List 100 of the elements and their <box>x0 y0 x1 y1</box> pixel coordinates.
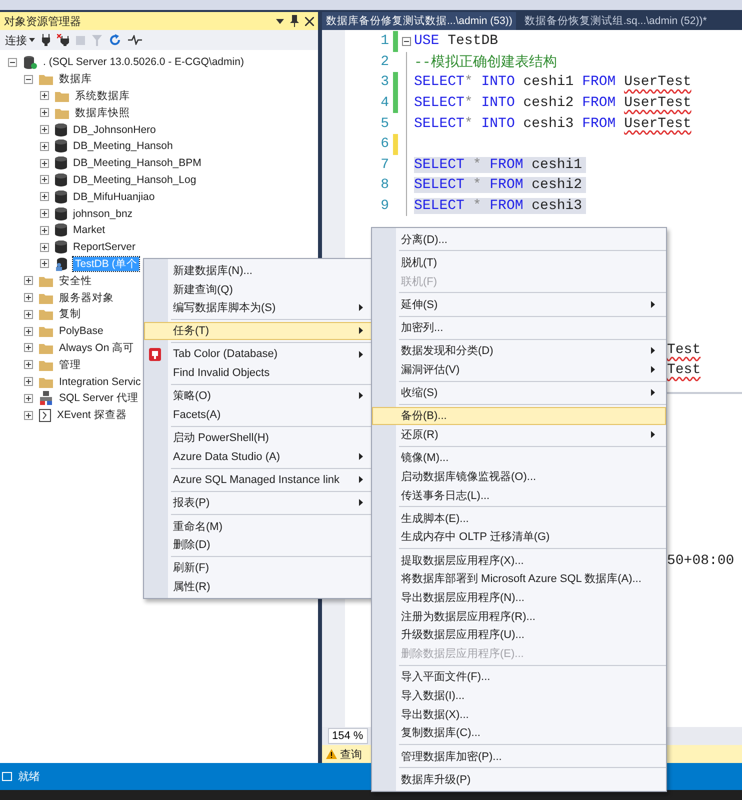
menu-item[interactable]: Facets(A) <box>144 405 374 424</box>
menu-item[interactable]: Find Invalid Objects <box>144 363 374 382</box>
expand-icon[interactable] <box>40 158 49 168</box>
folder-icon <box>39 376 53 388</box>
line-number: 6 <box>380 136 389 152</box>
expand-icon[interactable] <box>24 377 33 386</box>
expand-icon[interactable] <box>24 394 33 403</box>
menu-item[interactable]: 编写数据库脚本为(S) <box>144 298 374 318</box>
tree-item[interactable]: XEvent 探查器 <box>55 408 129 422</box>
tree-item[interactable]: 管理 <box>57 358 83 372</box>
tree-item[interactable]: DB_Meeting_Hansoh <box>71 139 175 154</box>
menu-item[interactable]: 导入平面文件(F)... <box>372 667 666 686</box>
menu-item[interactable]: 管理数据库加密(P)... <box>372 746 666 766</box>
expand-icon[interactable] <box>40 142 49 151</box>
menu-item[interactable]: 分离(D)... <box>372 230 666 249</box>
menu-item[interactable]: 报表(P) <box>144 494 374 512</box>
pin-icon[interactable] <box>290 15 299 27</box>
menu-item[interactable]: 还原(R) <box>372 425 666 444</box>
menu-item[interactable]: Azure SQL Managed Instance link <box>144 470 374 490</box>
editor-tab[interactable]: 数据库备份修复测试数据...\admin (53)) <box>322 12 516 30</box>
menu-item[interactable]: 属性(R) <box>144 577 374 596</box>
expand-icon[interactable] <box>40 242 49 252</box>
expand-icon[interactable] <box>40 125 49 134</box>
zoom-dropdown[interactable]: 154 % <box>328 728 368 744</box>
menu-item[interactable]: 导出数据层应用程序(N)... <box>372 588 666 607</box>
menu-item[interactable]: 升级数据层应用程序(U)... <box>372 626 666 644</box>
menu-item[interactable]: 生成脚本(E)... <box>372 508 666 528</box>
expand-icon[interactable] <box>24 343 33 352</box>
menu-item[interactable]: 删除(D) <box>144 535 374 554</box>
expand-icon[interactable] <box>24 410 33 420</box>
tree-item[interactable]: 复制 <box>57 307 83 322</box>
menu-item[interactable]: 脱机(T) <box>372 253 666 272</box>
menu-item[interactable]: 策略(O) <box>144 386 374 406</box>
menu-item[interactable]: 启动 PowerShell(H) <box>144 428 374 448</box>
menu-item[interactable]: 漏洞评估(V) <box>372 360 666 379</box>
menu-item[interactable]: 复制数据库(C)... <box>372 724 666 742</box>
activity-monitor-icon[interactable] <box>128 35 142 45</box>
tree-item[interactable]: DB_MifuHuanjiao <box>71 190 157 204</box>
menu-item[interactable]: 导入数据(I)... <box>372 686 666 705</box>
expand-icon[interactable] <box>40 259 49 268</box>
collapse-icon[interactable] <box>8 58 17 67</box>
tree-item[interactable]: Market <box>71 223 108 238</box>
collapse-icon[interactable] <box>24 74 33 84</box>
menu-item[interactable]: 注册为数据层应用程序(R)... <box>372 606 666 626</box>
close-icon[interactable] <box>305 16 314 26</box>
refresh-icon[interactable] <box>109 34 121 46</box>
database-icon <box>55 139 67 154</box>
tree-item[interactable]: Always On 高可 <box>57 340 136 355</box>
menu-item[interactable]: 镜像(M)... <box>372 448 666 468</box>
tree-item[interactable]: 服务器对象 <box>57 290 116 305</box>
menu-item[interactable]: 新建查询(Q) <box>144 280 374 298</box>
tree-item[interactable]: . (SQL Server 13.0.5026.0 - E-CGQ\admin) <box>41 55 246 70</box>
expand-icon[interactable] <box>40 175 49 184</box>
menu-item[interactable]: Azure Data Studio (A) <box>144 447 374 466</box>
menu-item[interactable]: 提取数据层应用程序(X)... <box>372 550 666 570</box>
menu-item[interactable]: 传送事务日志(L)... <box>372 486 666 504</box>
tree-item[interactable]: DB_JohnsonHero <box>71 122 158 137</box>
expand-icon[interactable] <box>40 192 49 202</box>
expand-icon[interactable] <box>24 360 33 370</box>
menu-item[interactable]: 将数据库部署到 Microsoft Azure SQL 数据库(A)... <box>372 570 666 588</box>
expand-icon[interactable] <box>40 209 49 218</box>
menu-item[interactable]: 数据库升级(P) <box>372 770 666 789</box>
menu-item[interactable]: 新建数据库(N)... <box>144 261 374 280</box>
menu-item[interactable]: 生成内存中 OLTP 迁移清单(G) <box>372 528 666 546</box>
collapse-icon[interactable] <box>402 36 410 46</box>
expand-icon[interactable] <box>24 293 33 302</box>
menu-item[interactable]: 重命名(M) <box>144 516 374 536</box>
expand-icon[interactable] <box>40 108 49 118</box>
tree-item[interactable]: 安全性 <box>57 274 94 288</box>
expand-icon[interactable] <box>40 226 49 235</box>
menu-item[interactable]: 任务(T) <box>144 322 374 340</box>
tree-item[interactable]: johnson_bnz <box>71 206 135 221</box>
tree-item[interactable]: DB_Meeting_Hansoh_BPM <box>71 156 204 170</box>
editor-tab[interactable]: 数据备份恢复测试组.sq...\admin (52))* <box>520 12 711 30</box>
menu-item[interactable]: 启动数据库镜像监视器(O)... <box>372 467 666 486</box>
menu-item[interactable]: 导出数据(X)... <box>372 704 666 724</box>
tree-item[interactable]: PolyBase <box>57 324 106 338</box>
menu-item[interactable]: 刷新(F) <box>144 558 374 578</box>
tree-item[interactable]: ReportServer <box>71 240 138 254</box>
expand-icon[interactable] <box>24 310 33 319</box>
tree-item[interactable]: Integration Servic <box>57 374 143 389</box>
tree-item[interactable]: 系统数据库 <box>73 88 132 103</box>
dropdown-icon[interactable] <box>276 18 284 24</box>
database-icon <box>55 172 67 187</box>
menu-item[interactable]: 加密列... <box>372 318 666 337</box>
tree-item[interactable]: 数据库 <box>57 72 94 86</box>
menu-item[interactable]: Tab Color (Database) <box>144 344 374 364</box>
disconnect-icon[interactable] <box>57 34 69 46</box>
expand-icon[interactable] <box>40 91 49 100</box>
expand-icon[interactable] <box>24 326 33 336</box>
tree-item[interactable]: DB_Meeting_Hansoh_Log <box>71 172 198 187</box>
menu-item[interactable]: 收缩(S) <box>372 383 666 402</box>
connect-button[interactable]: 连接 <box>5 32 35 48</box>
menu-item[interactable]: 数据发现和分类(D) <box>372 341 666 360</box>
tree-item[interactable]: 数据库快照 <box>73 106 132 120</box>
menu-item[interactable]: 备份(B)... <box>372 406 666 426</box>
menu-item[interactable]: 延伸(S) <box>372 295 666 314</box>
tree-item[interactable]: SQL Server 代理 <box>57 391 140 406</box>
plug-icon[interactable] <box>42 34 50 46</box>
expand-icon[interactable] <box>24 276 33 286</box>
